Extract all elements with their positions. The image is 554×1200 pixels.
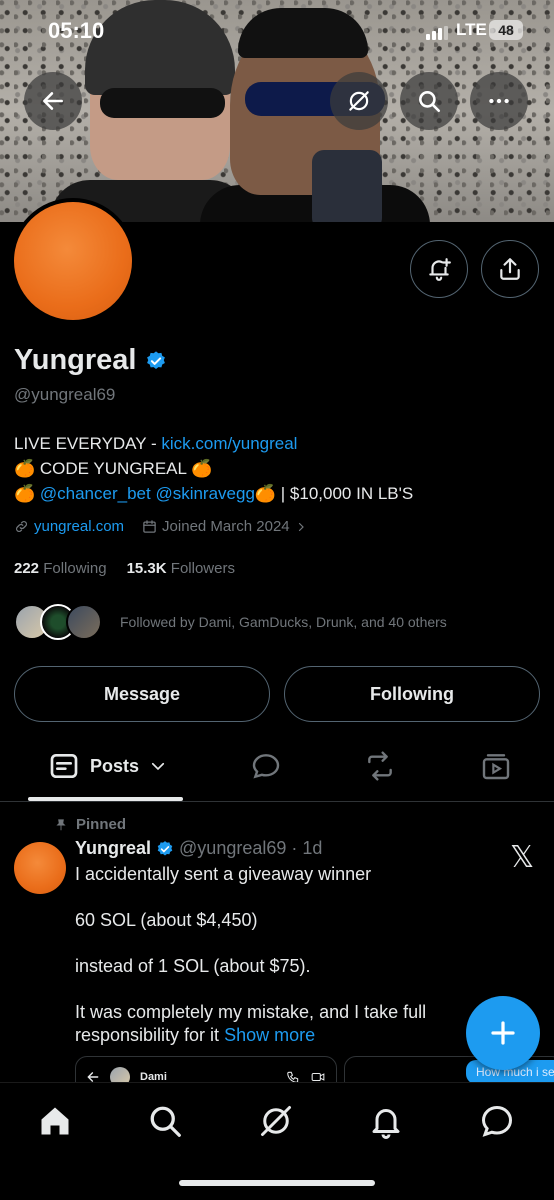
followers-stat[interactable]: 15.3K Followers — [127, 560, 235, 577]
followed-by-text: Followed by Dami, GamDucks, Drunk, and 4… — [120, 614, 447, 630]
profile-name-row: Yungreal — [14, 344, 167, 377]
profile-bio: LIVE EVERYDAY - kick.com/yungreal 🍊 CODE… — [14, 431, 413, 506]
grok-icon[interactable] — [258, 1103, 294, 1139]
joined-date[interactable]: Joined March 2024 — [142, 518, 307, 535]
verified-badge-icon — [157, 840, 173, 856]
following-button[interactable]: Following — [284, 666, 540, 722]
follow-stats: 222 Following 15.3K Followers — [14, 560, 235, 577]
pin-icon — [56, 818, 66, 830]
joined-text: Joined March 2024 — [162, 518, 290, 535]
followed-by-row[interactable]: Followed by Dami, GamDucks, Drunk, and 4… — [14, 604, 447, 640]
home-indicator — [179, 1180, 375, 1186]
back-arrow-icon — [43, 92, 63, 110]
message-button[interactable]: Message — [14, 666, 270, 722]
grok-icon — [349, 91, 369, 111]
active-tab-indicator — [28, 797, 183, 801]
repost-icon — [368, 751, 392, 781]
pinned-label: Pinned — [76, 816, 127, 833]
posts-icon — [50, 754, 78, 778]
share-icon — [500, 258, 520, 280]
x-logo-icon: 𝕏 — [510, 840, 535, 875]
pinned-label-row: Pinned — [54, 816, 126, 833]
compose-button[interactable] — [466, 996, 540, 1070]
avatar-image — [14, 202, 132, 320]
post-paragraph: instead of 1 SOL (about $75). — [75, 956, 311, 976]
back-button[interactable] — [24, 72, 82, 130]
website-link[interactable]: yungreal.com — [14, 518, 124, 535]
bell-icon[interactable] — [368, 1103, 404, 1139]
bio-link-kick[interactable]: kick.com/yungreal — [161, 434, 297, 453]
bell-plus-icon — [429, 258, 451, 281]
plus-icon — [491, 1021, 515, 1045]
bio-line: 🍊 @chancer_bet @skinravegg🍊 | $10,000 IN… — [14, 481, 413, 506]
status-bar: 05:10 LTE 48 — [0, 0, 554, 56]
bio-mentions[interactable]: @chancer_bet @skinravegg — [40, 484, 255, 503]
post-author-name[interactable]: Yungreal — [75, 838, 151, 859]
reply-icon — [252, 754, 280, 779]
profile-handle: @yungreal69 — [14, 385, 116, 404]
search-button[interactable] — [400, 72, 458, 130]
tab-reposts[interactable] — [364, 750, 396, 782]
tab-posts-label: Posts — [90, 755, 140, 776]
following-label: Following — [43, 560, 107, 577]
post-paragraph: I accidentally sent a giveaway winner — [75, 864, 372, 884]
following-count: 222 — [14, 560, 40, 577]
post-body[interactable]: I accidentally sent a giveaway winner 60… — [75, 863, 465, 1047]
show-more-link[interactable]: Show more — [224, 1025, 315, 1045]
banner-photo-part — [312, 150, 382, 222]
more-button[interactable] — [470, 72, 528, 130]
post-paragraph: 60 SOL (about $4,450) — [75, 910, 258, 930]
banner-photo-part — [100, 88, 225, 118]
calendar-icon — [143, 520, 156, 533]
network-label: LTE — [456, 20, 487, 39]
share-button[interactable] — [481, 240, 539, 298]
profile-tabs: Posts — [0, 740, 554, 802]
more-icon — [489, 98, 509, 104]
profile-meta: yungreal.com Joined March 2024 — [14, 518, 307, 535]
home-icon[interactable] — [37, 1103, 73, 1139]
notifications-subscribe-button[interactable] — [410, 240, 468, 298]
grok-button[interactable] — [330, 72, 388, 130]
tab-media[interactable] — [480, 750, 512, 782]
bio-line: LIVE EVERYDAY - kick.com/yungreal — [14, 431, 413, 456]
battery-icon: 48 — [489, 20, 523, 40]
link-icon — [16, 521, 27, 532]
post-handle-time: @yungreal69 · 1d — [179, 838, 323, 858]
bio-line: 🍊 CODE YUNGREAL 🍊 — [14, 459, 213, 478]
tab-replies[interactable] — [250, 750, 282, 782]
following-stat[interactable]: 222 Following — [14, 560, 107, 577]
profile-avatar[interactable] — [10, 198, 136, 324]
chevron-down-icon — [151, 762, 165, 771]
bio-text: LIVE EVERYDAY - — [14, 434, 162, 453]
followers-label: Followers — [170, 560, 235, 577]
followers-count: 15.3K — [126, 560, 167, 577]
signal-icon — [426, 26, 448, 40]
search-icon[interactable] — [147, 1103, 183, 1139]
media-icon — [482, 754, 510, 780]
post-header: Yungreal @yungreal69 · 1d — [75, 838, 322, 859]
search-icon — [419, 91, 441, 113]
bio-text: 🍊 | $10,000 IN LB'S — [254, 484, 414, 503]
follower-avatar — [66, 604, 102, 640]
bio-text: 🍊 — [14, 484, 40, 503]
profile-name: Yungreal — [14, 344, 137, 376]
verified-badge-icon[interactable] — [145, 350, 167, 372]
status-time: 05:10 — [48, 18, 105, 43]
post-paragraph: It was completely my mistake, and I take… — [75, 1001, 465, 1047]
website-text[interactable]: yungreal.com — [34, 518, 124, 535]
chevron-right-icon — [298, 522, 304, 531]
messages-icon[interactable] — [479, 1103, 515, 1139]
post-author-avatar[interactable] — [14, 842, 66, 894]
tab-posts[interactable]: Posts — [48, 750, 167, 782]
